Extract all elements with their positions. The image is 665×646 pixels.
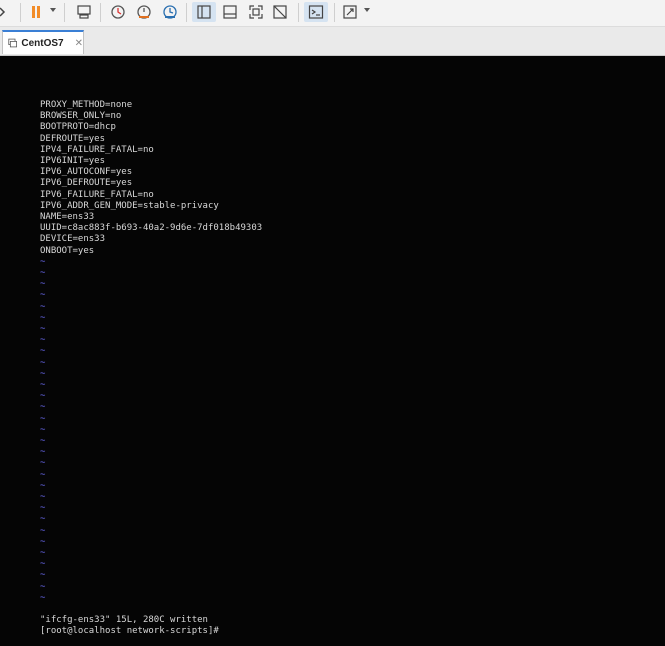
vi-tilde-marker: ~	[40, 324, 46, 334]
toolbar-separator	[298, 3, 299, 22]
vi-tilde-marker: ~	[40, 548, 46, 558]
show-library-icon	[197, 5, 211, 19]
stretch-dropdown-arrow[interactable]	[364, 8, 370, 12]
thumbnail-bar-icon	[223, 5, 237, 19]
vi-tilde-marker: ~	[40, 413, 46, 424]
config-line: IPV6_FAILURE_FATAL=no	[40, 189, 154, 200]
vi-tilde-marker: ~	[40, 447, 46, 458]
vi-tilde-marker: ~	[40, 368, 46, 379]
config-line: PROXY_METHOD=none	[40, 100, 133, 110]
vi-tilde-marker: ~	[40, 268, 46, 278]
pause-icon	[32, 6, 40, 18]
unity-button[interactable]	[268, 2, 292, 22]
close-tab-icon[interactable]: ✕	[75, 38, 83, 49]
config-line: DEVICE=ens33	[40, 234, 106, 245]
revert-snapshot-icon	[137, 5, 151, 19]
vm-toolbar	[0, 0, 665, 27]
config-line: NAME=ens33	[40, 212, 95, 222]
toolbar-separator	[20, 3, 21, 22]
show-library-button[interactable]	[192, 2, 216, 22]
toolbar-separator	[334, 3, 335, 22]
unity-icon	[273, 5, 287, 19]
vi-tilde-marker: ~	[40, 480, 46, 491]
vi-tilde-marker: ~	[40, 581, 46, 592]
vi-tilde-marker: ~	[40, 458, 46, 469]
config-line: DEFROUTE=yes	[40, 133, 106, 144]
toolbar-separator	[64, 3, 65, 22]
vi-tilde-marker: ~	[40, 301, 46, 312]
power-icon[interactable]	[0, 2, 16, 22]
vm-tab-title: CentOS7	[21, 37, 64, 49]
full-screen-button[interactable]	[244, 2, 268, 22]
vm-console-screen[interactable]: PROXY_METHOD=none BROWSER_ONLY=no BOOTPROT…	[0, 56, 665, 646]
vi-tilde-marker: ~	[40, 279, 46, 290]
console-view-icon	[308, 5, 324, 19]
full-screen-icon	[249, 5, 263, 19]
send-ctrl-alt-del-icon	[77, 5, 91, 19]
config-line: IPV6INIT=yes	[40, 156, 106, 166]
config-line: BROWSER_ONLY=no	[40, 111, 122, 122]
config-line: IPV6_ADDR_GEN_MODE=stable-privacy	[40, 200, 219, 211]
vi-tilde-marker: ~	[40, 424, 46, 435]
snapshot-manager-button[interactable]	[158, 2, 182, 22]
vi-tilde-marker: ~	[40, 391, 46, 402]
send-ctrl-alt-del-button[interactable]	[72, 2, 96, 22]
vi-tilde-marker: ~	[40, 312, 46, 323]
console-view-button[interactable]	[304, 2, 328, 22]
vi-tilde-marker: ~	[40, 570, 46, 581]
vi-tilde-marker: ~	[40, 290, 46, 301]
vi-tilde-marker: ~	[40, 380, 46, 390]
snapshot-icon	[111, 5, 125, 19]
config-line: IPV4_FAILURE_FATAL=no	[40, 144, 154, 155]
vi-tilde-marker: ~	[40, 492, 46, 502]
config-line: IPV6_AUTOCONF=yes	[40, 167, 133, 178]
vi-tilde-marker: ~	[40, 402, 46, 413]
vi-tilde-marker: ~	[40, 559, 46, 570]
vi-tilde-marker: ~	[40, 357, 46, 368]
vi-tilde-marker: ~	[40, 335, 46, 346]
vi-tilde-marker: ~	[40, 503, 46, 514]
config-line: ONBOOT=yes	[40, 245, 95, 256]
config-line: IPV6_DEFROUTE=yes	[40, 178, 133, 189]
stretch-guest-button[interactable]	[338, 2, 362, 22]
config-line: UUID=c8ac883f-b693-40a2-9d6e-7df018b4930…	[40, 223, 263, 234]
revert-snapshot-button[interactable]	[132, 2, 156, 22]
pause-dropdown-arrow[interactable]	[50, 8, 56, 12]
vi-tilde-marker: ~	[40, 536, 46, 547]
toolbar-separator	[100, 3, 101, 22]
snapshot-manager-icon	[163, 5, 177, 19]
pause-button[interactable]	[24, 2, 48, 22]
vi-tilde-marker: ~	[40, 469, 46, 480]
vi-tilde-marker: ~	[40, 436, 46, 446]
vm-tab-centos7[interactable]: CentOS7 ✕	[2, 30, 84, 54]
thumbnail-bar-button[interactable]	[218, 2, 242, 22]
vm-tab-bar: CentOS7 ✕	[0, 27, 665, 56]
take-snapshot-button[interactable]	[106, 2, 130, 22]
shell-prompt: [root@localhost network-scripts]#	[40, 626, 219, 636]
config-line: BOOTPROTO=dhcp	[40, 122, 116, 133]
vi-tilde-marker: ~	[40, 256, 46, 267]
vm-tab-icon	[8, 38, 17, 48]
vi-tilde-marker: ~	[40, 525, 46, 536]
vi-tilde-marker: ~	[40, 592, 46, 603]
vi-status-message: "ifcfg-ens33" 15L, 280C written	[40, 615, 208, 625]
stretch-guest-icon	[343, 5, 357, 19]
vi-tilde-marker: ~	[40, 346, 46, 357]
vi-tilde-marker: ~	[40, 514, 46, 525]
toolbar-separator	[186, 3, 187, 22]
